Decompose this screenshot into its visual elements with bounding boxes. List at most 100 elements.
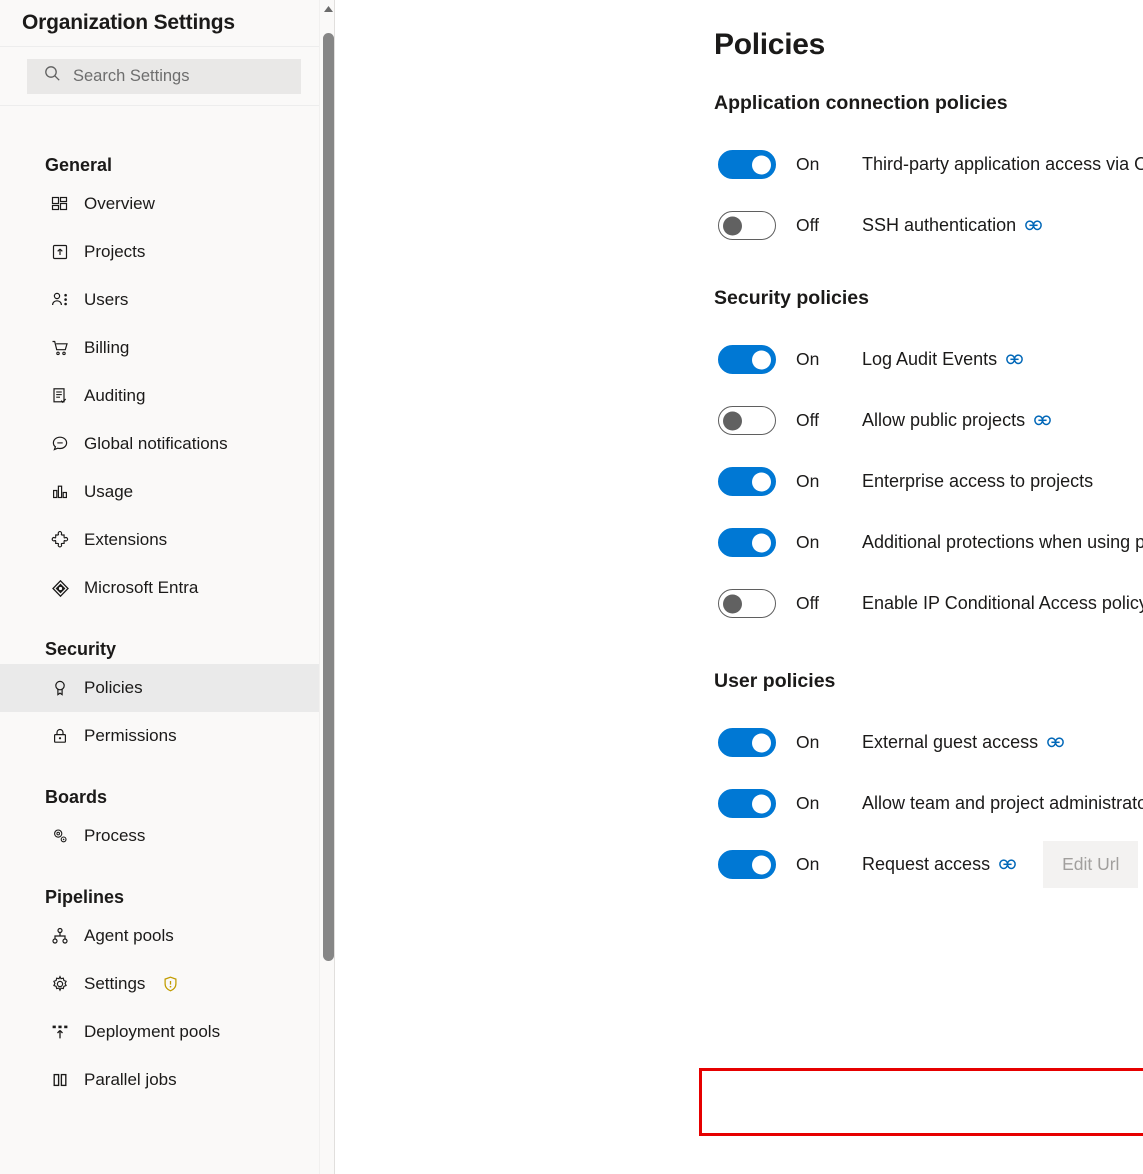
toggle-knob: [723, 411, 742, 430]
toggle-knob: [752, 155, 771, 174]
settings-sidebar: Organization Settings Search Settings Ge…: [0, 0, 335, 1174]
edit-url-button[interactable]: Edit Url: [1043, 841, 1139, 888]
toggle-knob: [723, 216, 742, 235]
policy-label: External guest access: [862, 732, 1064, 753]
search-container: Search Settings: [0, 47, 335, 106]
policy-label: Allow public projects: [862, 410, 1051, 431]
policy-state: On: [796, 854, 820, 874]
policy-state: On: [796, 471, 820, 491]
policy-label-text: Request access: [862, 854, 991, 874]
section-heading: Application connection policies: [714, 92, 1008, 114]
policy-state: On: [796, 793, 820, 813]
policy-toggle[interactable]: [718, 728, 776, 757]
policy-label-text: Enable IP Conditional Access policy vali…: [862, 593, 1143, 613]
parallel-jobs-icon: [50, 1070, 70, 1090]
sidebar-group-boards: Boards: [45, 787, 108, 807]
policy-toggle[interactable]: [718, 345, 776, 374]
link-icon[interactable]: [1025, 219, 1042, 232]
search-input[interactable]: Search Settings: [27, 58, 301, 94]
sidebar-group-security: Security: [45, 639, 117, 659]
policy-state: Off: [796, 593, 820, 613]
agent-pools-icon: [50, 926, 70, 946]
toggle-knob: [752, 733, 771, 752]
sidebar-item-users[interactable]: Users: [0, 276, 335, 324]
section-application-connection-policies: Application connection policies On Third…: [714, 92, 1143, 256]
policy-toggle[interactable]: [718, 789, 776, 818]
section-heading: Security policies: [714, 287, 869, 309]
sidebar-item-microsoft-entra[interactable]: Microsoft Entra: [0, 564, 335, 612]
policy-state: On: [796, 349, 820, 369]
deployment-pools-icon: [50, 1022, 70, 1042]
link-icon[interactable]: [999, 858, 1016, 871]
projects-icon: [50, 242, 70, 262]
permissions-lock-icon: [50, 726, 70, 746]
scroll-up-arrow-icon[interactable]: [320, 0, 335, 17]
policy-label: Additional protections when using public…: [862, 532, 1143, 553]
sidebar-item-parallel-jobs[interactable]: Parallel jobs: [0, 1056, 335, 1104]
sidebar-item-auditing[interactable]: Auditing: [0, 372, 335, 420]
policy-toggle[interactable]: [718, 211, 776, 240]
link-icon[interactable]: [1006, 353, 1023, 366]
sidebar-group-pipelines: Pipelines: [45, 887, 125, 907]
sidebar-item-label: Deployment pools: [84, 1022, 221, 1041]
policy-label-text: Enterprise access to projects: [862, 471, 1094, 491]
sidebar-scrollbar[interactable]: [319, 0, 335, 1174]
link-icon[interactable]: [1034, 414, 1051, 427]
policy-state: Off: [796, 410, 820, 430]
policy-row-ssh-authentication: Off SSH authentication: [714, 195, 1143, 256]
sidebar-item-label: Microsoft Entra: [84, 578, 199, 597]
policy-toggle[interactable]: [718, 850, 776, 879]
sidebar-item-agent-pools[interactable]: Agent pools: [0, 912, 335, 960]
sidebar-title: Organization Settings: [22, 11, 235, 34]
sidebar-item-label: Extensions: [84, 530, 168, 549]
microsoft-entra-icon: [50, 578, 70, 598]
policies-ribbon-icon: [50, 678, 70, 698]
policy-toggle[interactable]: [718, 406, 776, 435]
toggle-knob: [723, 594, 742, 613]
section-heading: User policies: [714, 670, 836, 692]
policy-toggle[interactable]: [718, 150, 776, 179]
sidebar-item-label: Auditing: [84, 386, 146, 405]
sidebar-item-process[interactable]: Process: [0, 812, 335, 860]
policy-label-text: SSH authentication: [862, 215, 1017, 235]
sidebar-item-billing[interactable]: Billing: [0, 324, 335, 372]
sidebar-item-label: Billing: [84, 338, 130, 357]
policy-toggle[interactable]: [718, 467, 776, 496]
policy-toggle[interactable]: [718, 528, 776, 557]
sidebar-item-label: Permissions: [84, 726, 177, 745]
process-gears-icon: [50, 826, 70, 846]
sidebar-item-label: Policies: [84, 678, 143, 697]
auditing-icon: [50, 386, 70, 406]
policy-row-request-access: On Request access Edit Url: [714, 834, 1143, 895]
search-icon: [44, 65, 61, 87]
search-placeholder: Search Settings: [73, 66, 190, 85]
policy-state: On: [796, 532, 820, 552]
settings-gear-icon: [50, 974, 70, 994]
policy-row-external-guest-access: On External guest access: [714, 712, 1143, 773]
policy-row-ip-conditional-access: Off Enable IP Conditional Access policy …: [714, 573, 1143, 634]
policy-label: Enable IP Conditional Access policy vali…: [862, 593, 1143, 614]
policy-label-text: Additional protections when using public…: [862, 532, 1143, 552]
policy-state: Off: [796, 215, 820, 235]
sidebar-item-deployment-pools[interactable]: Deployment pools: [0, 1008, 335, 1056]
sidebar-item-permissions[interactable]: Permissions: [0, 712, 335, 760]
sidebar-item-settings[interactable]: Settings: [0, 960, 335, 1008]
policy-toggle[interactable]: [718, 589, 776, 618]
policy-label: Enterprise access to projects: [862, 471, 1093, 492]
billing-cart-icon: [50, 338, 70, 358]
sidebar-item-extensions[interactable]: Extensions: [0, 516, 335, 564]
link-icon[interactable]: [1047, 736, 1064, 749]
toggle-knob: [752, 855, 771, 874]
sidebar-item-overview[interactable]: Overview: [0, 180, 335, 228]
policy-label: Allow team and project administrators to…: [862, 793, 1143, 814]
sidebar-item-projects[interactable]: Projects: [0, 228, 335, 276]
scrollbar-thumb[interactable]: [323, 33, 334, 961]
toggle-knob: [752, 472, 771, 491]
sidebar-item-policies[interactable]: Policies: [0, 664, 335, 712]
page-title: Policies: [714, 28, 825, 61]
highlight-annotation-box: [699, 1068, 1143, 1136]
sidebar-header: Organization Settings: [0, 0, 335, 47]
section-security-policies: Security policies On Log Audit Events Of…: [714, 287, 1143, 634]
sidebar-item-global-notifications[interactable]: Global notifications: [0, 420, 335, 468]
sidebar-item-usage[interactable]: Usage: [0, 468, 335, 516]
